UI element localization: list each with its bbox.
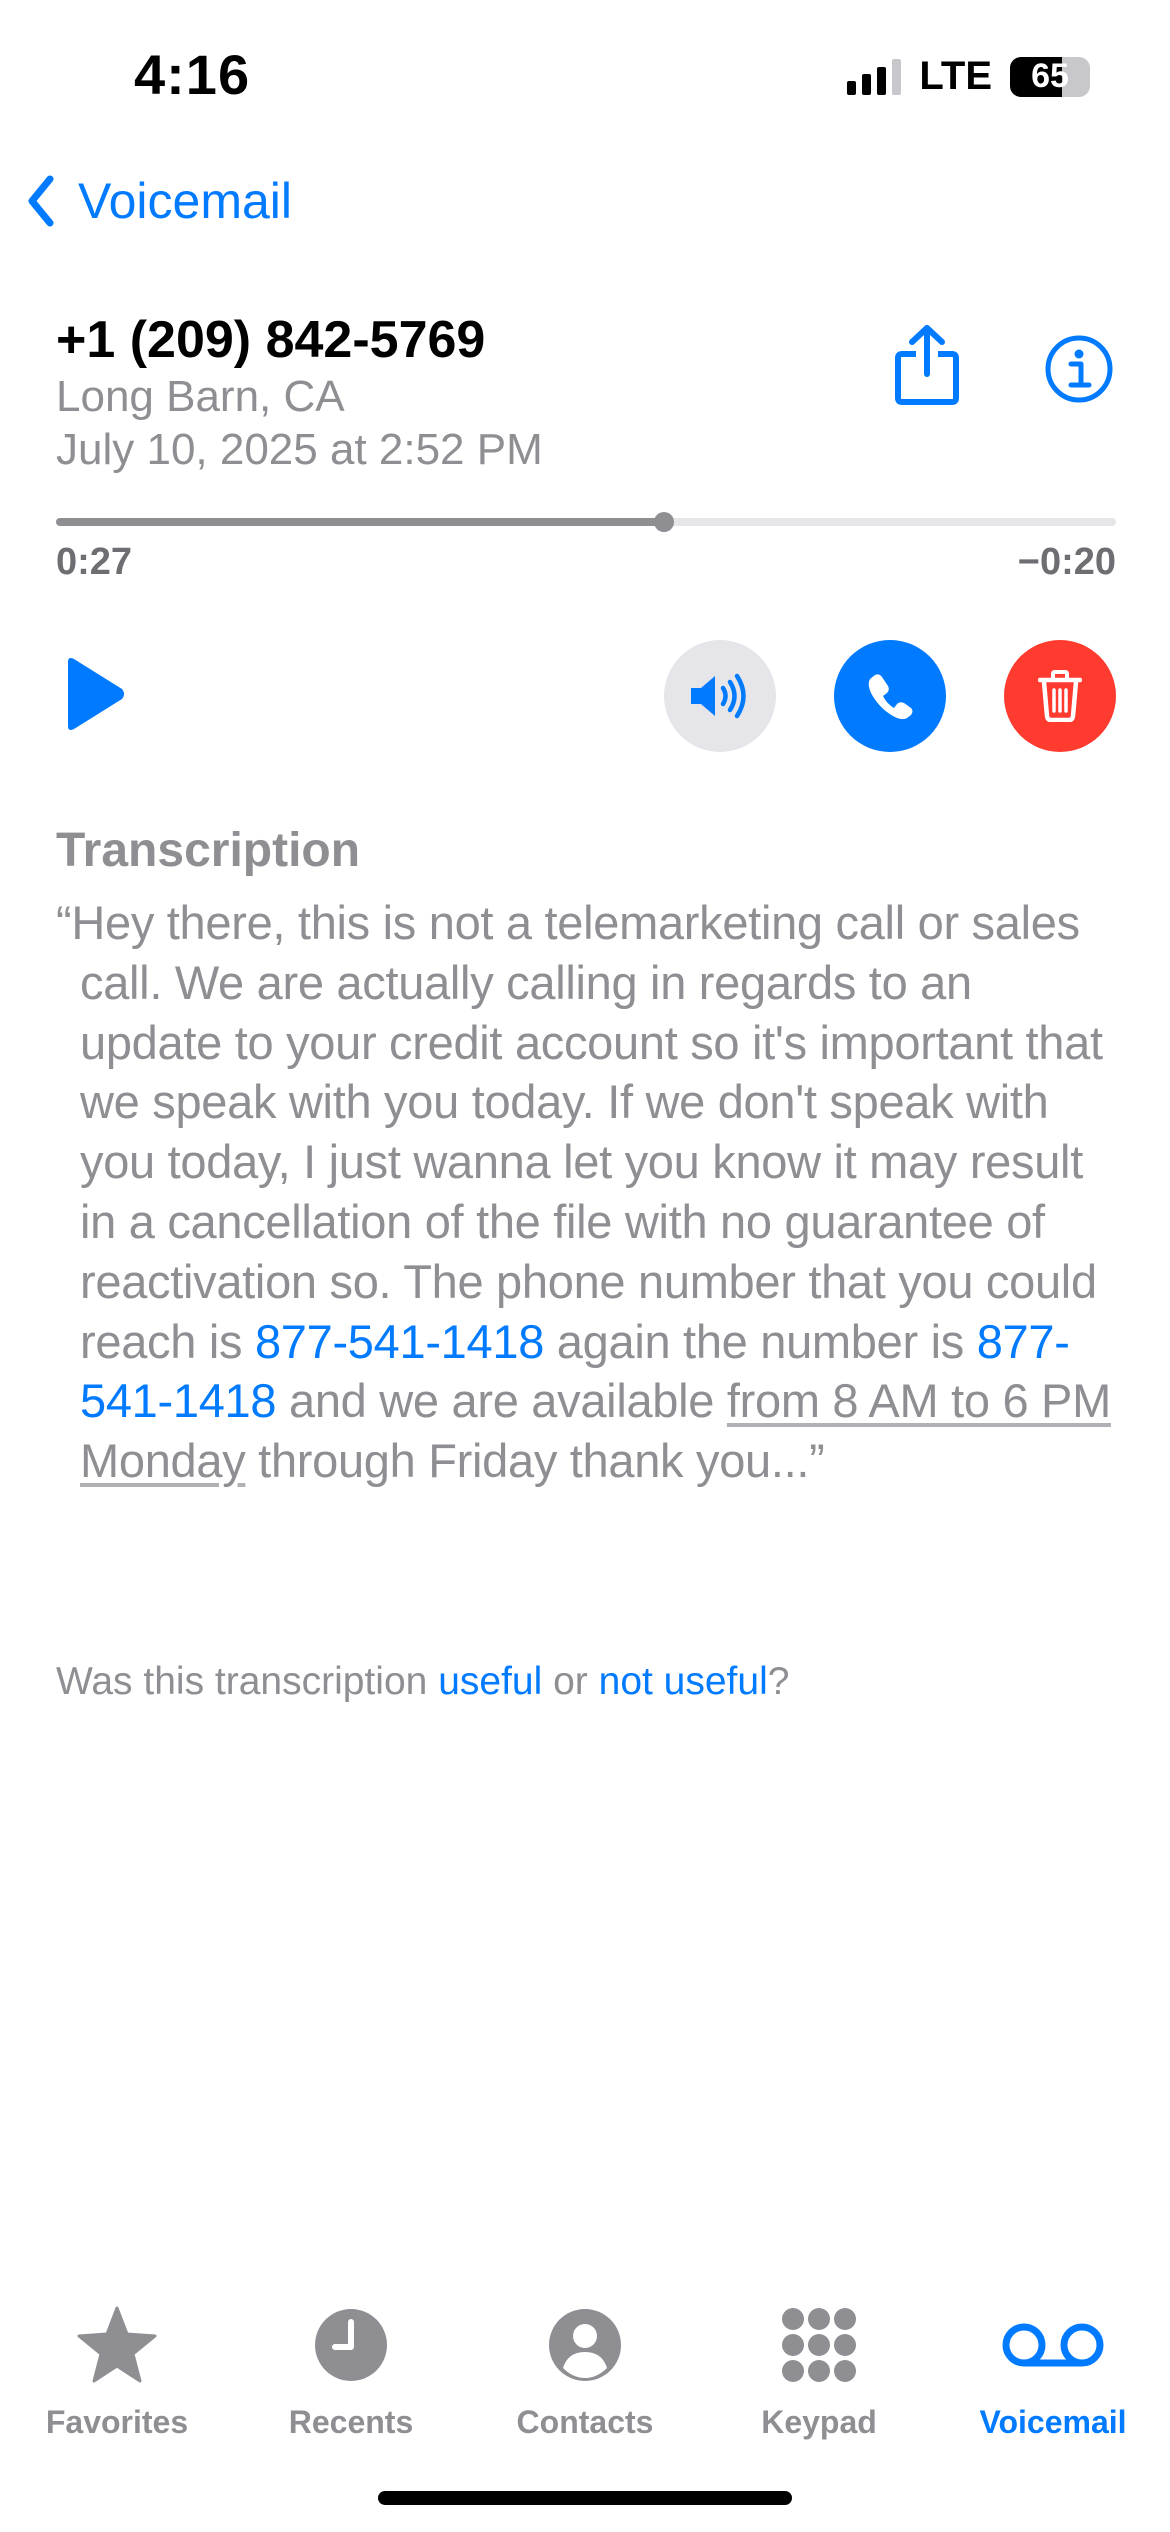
transcription-heading: Transcription xyxy=(56,824,361,877)
tab-recents[interactable]: Recents xyxy=(234,2280,468,2441)
transcription-feedback: Was this transcription useful or not use… xyxy=(56,1660,789,1704)
phone-icon xyxy=(868,674,913,720)
tab-label: Voicemail xyxy=(979,2404,1127,2440)
tab-voicemail[interactable]: Voicemail xyxy=(936,2280,1170,2441)
tab-label: Favorites xyxy=(45,2404,189,2440)
remaining-time: −0:20 xyxy=(1017,541,1116,583)
speaker-button[interactable] xyxy=(664,640,776,752)
transcription-part-3: and we are available xyxy=(276,1374,727,1428)
home-indicator[interactable] xyxy=(378,2491,792,2505)
delete-button[interactable] xyxy=(1004,640,1116,752)
transcription-part-2: again the number is xyxy=(544,1314,977,1368)
speaker-icon xyxy=(691,673,746,719)
playback-progress xyxy=(56,518,665,526)
back-button[interactable]: Voicemail xyxy=(26,172,292,230)
share-icon xyxy=(895,325,959,405)
elapsed-time: 0:27 xyxy=(56,541,133,583)
keypad-icon xyxy=(782,2308,856,2382)
person-icon xyxy=(549,2309,621,2381)
play-icon xyxy=(68,658,124,730)
voicemail-date: July 10, 2025 at 2:52 PM xyxy=(56,425,543,474)
transcription-text: “Hey there, this is not a telemarketing … xyxy=(56,893,1116,1491)
chevron-left-icon xyxy=(28,175,54,227)
call-back-button[interactable] xyxy=(834,640,946,752)
not-useful-link[interactable]: not useful xyxy=(599,1660,768,1703)
share-button[interactable] xyxy=(894,324,960,411)
battery-icon: 65 xyxy=(1010,56,1090,97)
trash-icon xyxy=(1038,670,1082,722)
tab-label: Keypad xyxy=(761,2404,877,2440)
caller-location: Long Barn, CA xyxy=(56,372,345,421)
tab-contacts[interactable]: Contacts xyxy=(468,2280,702,2441)
network-type: LTE xyxy=(919,54,992,98)
phone-number-link[interactable]: 877-541-1418 xyxy=(255,1315,544,1368)
battery-percent: 65 xyxy=(1031,57,1069,95)
feedback-middle: or xyxy=(542,1660,599,1703)
transcription-part-1: “Hey there, this is not a telemarketing … xyxy=(56,896,1103,1368)
voicemail-icon xyxy=(1002,2323,1104,2367)
scrubber-thumb[interactable] xyxy=(654,512,675,532)
star-icon xyxy=(77,2306,157,2383)
useful-link[interactable]: useful xyxy=(438,1660,542,1703)
tab-keypad[interactable]: Keypad xyxy=(702,2280,936,2441)
clock-icon xyxy=(315,2309,387,2381)
tab-favorites[interactable]: Favorites xyxy=(0,2280,234,2441)
info-icon xyxy=(1045,335,1113,403)
status-indicators: LTE 65 xyxy=(847,54,1090,99)
back-button-label: Voicemail xyxy=(78,173,292,229)
feedback-prefix: Was this transcription xyxy=(56,1660,439,1703)
cellular-signal-icon xyxy=(847,58,902,95)
status-time: 4:16 xyxy=(134,43,251,106)
transcription-part-4: through Friday thank you...” xyxy=(245,1434,825,1488)
caller-number: +1 (209) 842-5769 xyxy=(56,311,486,369)
tab-bar: Favorites Recents Contacts Keypad Voicem… xyxy=(0,2280,1170,2440)
info-button[interactable] xyxy=(1044,334,1114,409)
feedback-suffix: ? xyxy=(767,1660,790,1703)
tab-label: Contacts xyxy=(516,2404,654,2440)
play-button[interactable] xyxy=(62,656,126,737)
playback-scrubber[interactable] xyxy=(56,512,1116,532)
tab-label: Recents xyxy=(288,2404,414,2440)
